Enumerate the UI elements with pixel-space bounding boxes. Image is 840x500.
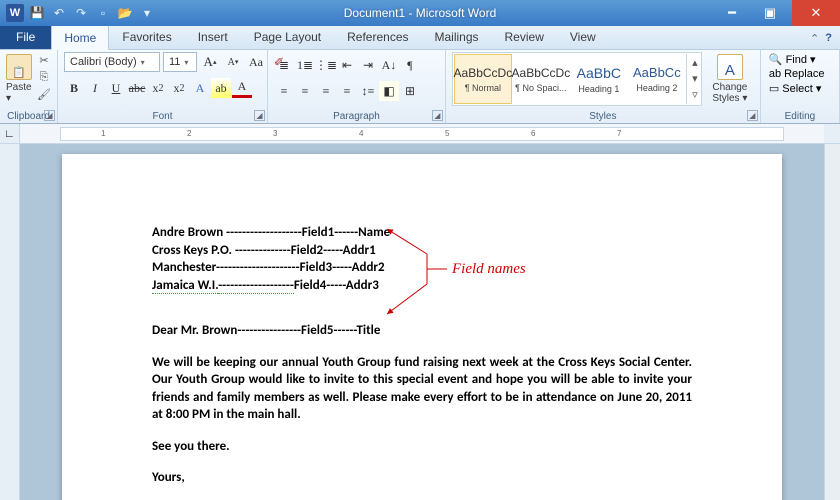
strikethrough-button[interactable]: abc: [127, 78, 147, 98]
increase-indent-icon[interactable]: ⇥: [358, 55, 378, 75]
style-no-spacing[interactable]: AaBbCcDc ¶ No Spaci...: [512, 54, 570, 104]
select-icon: ▭: [769, 82, 779, 95]
clipboard-launcher-icon[interactable]: ◢: [44, 110, 55, 121]
align-center-icon[interactable]: ≡: [295, 81, 315, 101]
save-icon[interactable]: 💾: [28, 4, 46, 22]
ruler-toggle-icon[interactable]: [824, 124, 840, 143]
document-area[interactable]: Andre Brown -------------------Field1---…: [20, 144, 824, 500]
replace-button[interactable]: abReplace: [767, 67, 827, 81]
horizontal-ruler[interactable]: 1234567: [20, 124, 824, 143]
shrink-font-icon[interactable]: A▾: [223, 52, 243, 72]
title-bar: W 💾 ↶ ↷ ▫ 📂 ▾ Document1 - Microsoft Word…: [0, 0, 840, 26]
superscript-button[interactable]: x2: [169, 78, 189, 98]
tab-review[interactable]: Review: [492, 24, 557, 49]
quick-access-toolbar: 💾 ↶ ↷ ▫ 📂 ▾: [28, 4, 156, 22]
change-styles-button[interactable]: A Change Styles ▾: [706, 52, 754, 104]
select-button[interactable]: ▭Select ▾: [767, 81, 827, 96]
redo-icon[interactable]: ↷: [72, 4, 90, 22]
borders-icon[interactable]: ⊞: [400, 81, 420, 101]
line-spacing-icon[interactable]: ↕≡: [358, 81, 378, 101]
ribbon-minimize-icon[interactable]: ⌃: [810, 32, 819, 45]
ribbon-tabs: File Home Favorites Insert Page Layout R…: [0, 26, 840, 50]
group-label-styles: Styles: [452, 110, 754, 123]
help-icon[interactable]: ?: [825, 32, 832, 45]
underline-button[interactable]: U: [106, 78, 126, 98]
styles-launcher-icon[interactable]: ◢: [747, 110, 758, 121]
paste-button[interactable]: 📋 Paste ▾: [6, 52, 32, 104]
format-painter-icon[interactable]: 🖌: [36, 86, 52, 102]
minimize-button[interactable]: ━: [716, 0, 748, 26]
ruler-area: ∟ 1234567: [0, 124, 840, 144]
bullets-icon[interactable]: ≣: [274, 55, 294, 75]
tab-references[interactable]: References: [334, 24, 421, 49]
clipboard-icon: 📋: [6, 54, 32, 80]
vertical-scrollbar[interactable]: [824, 144, 840, 500]
styles-more-icon[interactable]: ▿: [687, 86, 703, 102]
sort-icon[interactable]: A↓: [379, 55, 399, 75]
tab-selector[interactable]: ∟: [0, 124, 20, 143]
font-name-combo[interactable]: Calibri (Body)▾: [64, 52, 160, 72]
multilevel-list-icon[interactable]: ⋮≣: [316, 55, 336, 75]
field-row: Jamaica W.I.-------------------Field4---…: [152, 277, 692, 295]
styles-scroll-up-icon[interactable]: ▴: [687, 54, 703, 70]
tab-mailings[interactable]: Mailings: [422, 24, 492, 49]
cut-icon[interactable]: ✂: [36, 52, 52, 68]
undo-icon[interactable]: ↶: [50, 4, 68, 22]
subscript-button[interactable]: x2: [148, 78, 168, 98]
highlight-icon[interactable]: ab: [211, 78, 231, 98]
numbering-icon[interactable]: 1≣: [295, 55, 315, 75]
body-paragraph: We will be keeping our annual Youth Grou…: [152, 354, 692, 424]
new-doc-icon[interactable]: ▫: [94, 4, 112, 22]
close-button[interactable]: ✕: [792, 0, 840, 26]
style-heading1[interactable]: AaBbC Heading 1: [570, 54, 628, 104]
style-normal[interactable]: AaBbCcDc ¶ Normal: [454, 54, 512, 104]
font-launcher-icon[interactable]: ◢: [254, 110, 265, 121]
grow-font-icon[interactable]: A▴: [200, 52, 220, 72]
open-icon[interactable]: 📂: [116, 4, 134, 22]
qat-dropdown-icon[interactable]: ▾: [138, 4, 156, 22]
replace-icon: ab: [769, 68, 781, 80]
change-case-icon[interactable]: Aa: [246, 52, 266, 72]
find-icon: 🔍: [769, 53, 783, 66]
change-styles-icon: A: [717, 54, 743, 80]
group-label-paragraph: Paragraph: [274, 110, 439, 123]
field-row: Manchester---------------------Field3---…: [152, 259, 692, 277]
vertical-ruler[interactable]: [0, 144, 20, 500]
word-app-icon: W: [6, 4, 24, 22]
field-row: Andre Brown -------------------Field1---…: [152, 224, 692, 242]
greeting-row: Dear Mr. Brown----------------Field5----…: [152, 322, 692, 340]
closing-line: See you there.: [152, 438, 692, 456]
italic-button[interactable]: I: [85, 78, 105, 98]
tab-home[interactable]: Home: [51, 25, 109, 50]
group-label-editing: Editing: [767, 110, 833, 123]
justify-icon[interactable]: ≡: [337, 81, 357, 101]
bold-button[interactable]: B: [64, 78, 84, 98]
styles-gallery[interactable]: AaBbCcDc ¶ Normal AaBbCcDc ¶ No Spaci...…: [452, 52, 702, 106]
paragraph-launcher-icon[interactable]: ◢: [432, 110, 443, 121]
style-heading2[interactable]: AaBbCc Heading 2: [628, 54, 686, 104]
text-effects-icon[interactable]: A: [190, 78, 210, 98]
page[interactable]: Andre Brown -------------------Field1---…: [62, 154, 782, 500]
valediction: Yours,: [152, 469, 692, 487]
copy-icon[interactable]: ⎘: [36, 69, 52, 85]
workspace: Andre Brown -------------------Field1---…: [0, 144, 840, 500]
maximize-button[interactable]: ▣: [754, 0, 786, 26]
shading-icon[interactable]: ◧: [379, 81, 399, 101]
show-marks-icon[interactable]: ¶: [400, 55, 420, 75]
group-label-font: Font: [64, 110, 261, 123]
tab-insert[interactable]: Insert: [185, 24, 241, 49]
tab-favorites[interactable]: Favorites: [109, 24, 184, 49]
align-left-icon[interactable]: ≡: [274, 81, 294, 101]
styles-scroll-down-icon[interactable]: ▾: [687, 70, 703, 86]
decrease-indent-icon[interactable]: ⇤: [337, 55, 357, 75]
ribbon: 📋 Paste ▾ ✂ ⎘ 🖌 Clipboard ◢ Calibri (Bod…: [0, 50, 840, 124]
field-row: Cross Keys P.O. --------------Field2----…: [152, 242, 692, 260]
tab-view[interactable]: View: [557, 24, 609, 49]
font-color-icon[interactable]: A: [232, 78, 252, 98]
file-tab[interactable]: File: [0, 25, 51, 49]
font-size-combo[interactable]: 11▾: [163, 52, 197, 72]
find-button[interactable]: 🔍Find ▾: [767, 52, 827, 67]
align-right-icon[interactable]: ≡: [316, 81, 336, 101]
tab-page-layout[interactable]: Page Layout: [241, 24, 334, 49]
